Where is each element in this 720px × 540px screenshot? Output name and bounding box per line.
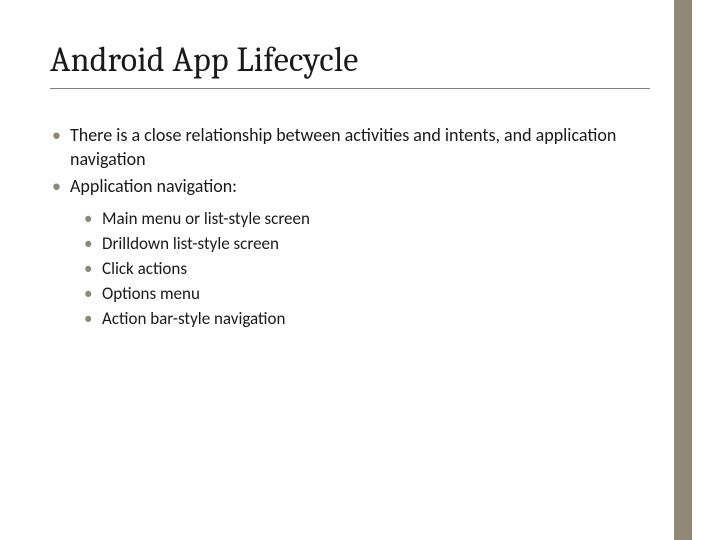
bullet-text: Application navigation: (70, 174, 237, 198)
sub-bullet-text: Main menu or list-style screen (102, 208, 310, 231)
sub-bullet-item: • Options menu (84, 283, 670, 306)
bullet-icon: • (84, 283, 102, 306)
bullet-icon: • (84, 233, 102, 256)
bullet-icon: • (52, 174, 70, 198)
bullet-icon: • (84, 258, 102, 281)
sub-bullet-text: Options menu (102, 283, 200, 306)
slide-title: Android App Lifecycle (50, 40, 670, 80)
bullet-icon: • (84, 308, 102, 331)
accent-bar (674, 0, 692, 540)
sub-bullet-item: • Action bar-style navigation (84, 308, 670, 331)
title-underline (50, 88, 650, 89)
slide: Android App Lifecycle • There is a close… (0, 0, 720, 540)
bullet-icon: • (84, 208, 102, 231)
sub-bullet-text: Drilldown list-style screen (102, 233, 279, 256)
sub-bullet-text: Action bar-style navigation (102, 308, 285, 331)
bullet-item: • There is a close relationship between … (52, 123, 670, 172)
bullet-icon: • (52, 123, 70, 147)
sub-bullet-item: • Click actions (84, 258, 670, 281)
bullet-text: There is a close relationship between ac… (70, 123, 670, 172)
sub-bullet-text: Click actions (102, 258, 187, 281)
slide-content: • There is a close relationship between … (50, 123, 670, 331)
bullet-item: • Application navigation: (52, 174, 670, 198)
sub-bullet-item: • Main menu or list-style screen (84, 208, 670, 231)
sub-bullet-item: • Drilldown list-style screen (84, 233, 670, 256)
sub-bullet-list: • Main menu or list-style screen • Drill… (52, 208, 670, 331)
